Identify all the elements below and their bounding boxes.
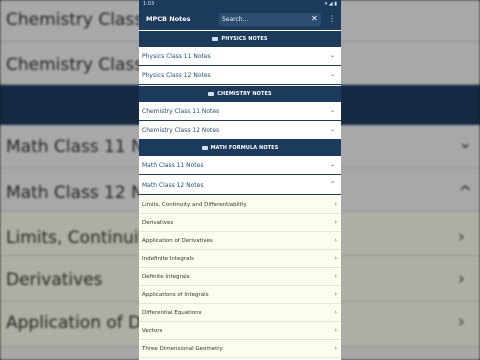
chevron-right-icon: › bbox=[334, 237, 337, 244]
topic-label: Applications of Integrals bbox=[142, 292, 209, 298]
topic-label: Indefinite Integrals bbox=[142, 256, 194, 262]
book-icon bbox=[208, 91, 215, 96]
chevron-right-icon: › bbox=[334, 327, 337, 334]
book-icon bbox=[201, 145, 208, 150]
topic-item[interactable]: Application of Derivatives › bbox=[139, 232, 341, 250]
topic-item[interactable]: Limits, Continuity and Differentiability… bbox=[139, 196, 341, 214]
list-item-math-11[interactable]: Math Class 11 Notes ⌄ bbox=[139, 156, 341, 175]
topic-item[interactable]: Definite Integrals › bbox=[139, 268, 341, 286]
topic-label: Limits, Continuity and Differentiability bbox=[142, 202, 247, 208]
chevron-right-icon: › bbox=[334, 345, 337, 352]
item-label: Chemistry Class 12 Notes bbox=[142, 127, 220, 134]
section-title: MATH FORMULA NOTES bbox=[210, 145, 279, 151]
list-item-physics-12[interactable]: Physics Class 12 Notes ⌄ bbox=[139, 66, 341, 85]
more-vert-icon[interactable]: ⋮ bbox=[328, 14, 336, 24]
section-title: PHYSICS NOTES bbox=[221, 36, 268, 42]
topic-item[interactable]: Derivatives › bbox=[139, 214, 341, 232]
topic-label: Differential Equations bbox=[142, 310, 202, 316]
topic-item[interactable]: Applications of Integrals › bbox=[139, 286, 341, 304]
topic-item[interactable]: Differential Equations › bbox=[139, 304, 341, 322]
chevron-right-icon: › bbox=[334, 309, 337, 316]
chevron-down-icon: ⌄ bbox=[329, 126, 335, 133]
status-time: 1:03 bbox=[143, 1, 155, 7]
chevron-down-icon: ⌄ bbox=[329, 161, 335, 168]
topic-item[interactable]: Three Dimensional Geometry › bbox=[139, 340, 341, 358]
app-title: MPCB Notes bbox=[146, 15, 191, 23]
section-header-physics: PHYSICS NOTES bbox=[139, 31, 341, 47]
section-header-chemistry: CHEMISTRY NOTES bbox=[139, 86, 341, 102]
topic-label: Application of Derivatives bbox=[142, 238, 213, 244]
topic-label: Definite Integrals bbox=[142, 274, 190, 280]
chevron-right-icon: › bbox=[334, 291, 337, 298]
chevron-down-icon: ⌄ bbox=[329, 107, 335, 114]
item-label: Physics Class 11 Notes bbox=[142, 53, 211, 60]
item-label: Math Class 11 Notes bbox=[142, 162, 204, 169]
list-item-math-12[interactable]: Math Class 12 Notes ^ bbox=[139, 176, 341, 195]
chevron-right-icon: › bbox=[334, 201, 337, 208]
status-icons: ▾ ◢ ▮ bbox=[324, 1, 337, 7]
chevron-right-icon: › bbox=[334, 255, 337, 262]
phone-screen: 1:03 ▾ ◢ ▮ MPCB Notes ✕ ⋮ PHYSICS NOTES … bbox=[139, 0, 341, 360]
list-item-chemistry-11[interactable]: Chemistry Class 11 Notes ⌄ bbox=[139, 102, 341, 121]
item-label: Math Class 12 Notes bbox=[142, 182, 204, 189]
chevron-down-icon: ⌄ bbox=[329, 52, 335, 59]
list-item-chemistry-12[interactable]: Chemistry Class 12 Notes ⌄ bbox=[139, 121, 341, 140]
search-input[interactable] bbox=[219, 13, 321, 26]
topic-item[interactable]: Indefinite Integrals › bbox=[139, 250, 341, 268]
chevron-right-icon: › bbox=[334, 273, 337, 280]
app-bar: MPCB Notes ✕ ⋮ bbox=[139, 9, 341, 30]
chevron-down-icon: ⌄ bbox=[329, 71, 335, 78]
section-title: CHEMISTRY NOTES bbox=[217, 91, 272, 97]
topic-item[interactable]: Vectors › bbox=[139, 322, 341, 340]
section-header-math: MATH FORMULA NOTES bbox=[139, 140, 341, 156]
topic-label: Derivatives bbox=[142, 220, 174, 226]
close-icon[interactable]: ✕ bbox=[311, 14, 318, 24]
topic-label: Vectors bbox=[142, 328, 163, 334]
chevron-up-icon: ^ bbox=[329, 181, 335, 188]
topic-label: Three Dimensional Geometry bbox=[142, 346, 223, 352]
book-icon bbox=[212, 36, 219, 41]
chevron-right-icon: › bbox=[334, 219, 337, 226]
list-item-physics-11[interactable]: Physics Class 11 Notes ⌄ bbox=[139, 47, 341, 66]
item-label: Chemistry Class 11 Notes bbox=[142, 108, 220, 115]
item-label: Physics Class 12 Notes bbox=[142, 72, 211, 79]
status-bar: 1:03 ▾ ◢ ▮ bbox=[139, 0, 341, 9]
